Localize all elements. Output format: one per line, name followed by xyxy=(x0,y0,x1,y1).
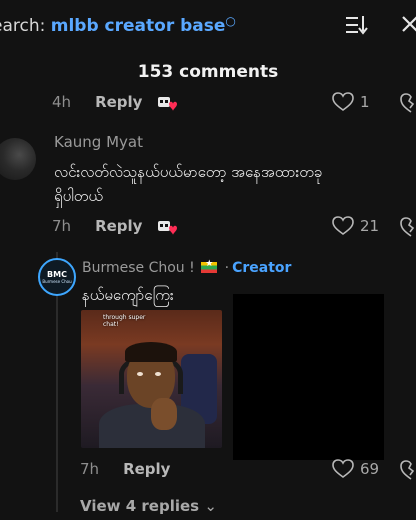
comment-meta: 7h Reply xyxy=(52,217,142,235)
reply-button[interactable]: Reply xyxy=(95,93,142,111)
dislike-icon[interactable] xyxy=(400,459,416,481)
comment-text-line2: ရှိပါတယ် xyxy=(54,187,103,205)
dislike-icon[interactable] xyxy=(400,216,416,238)
like-count: 21 xyxy=(360,217,380,235)
comment-username[interactable]: Kaung Myat xyxy=(54,133,143,151)
reply-meta: 7h Reply xyxy=(80,460,170,478)
top-row-meta: 4h Reply xyxy=(52,93,142,111)
reply-button[interactable]: Reply xyxy=(95,217,142,235)
reply-username-row: Burmese Chou ! ·Creator xyxy=(82,259,292,276)
heart-icon xyxy=(332,216,354,235)
search-label: earch: xyxy=(0,16,46,36)
heart-icon xyxy=(332,92,354,111)
like-count: 1 xyxy=(360,93,370,111)
avatar-monogram: BMC xyxy=(47,270,67,279)
reply-text: နယ်မကျော်ကြေး xyxy=(82,286,174,304)
view-replies-button[interactable]: View 4 replies ⌄ xyxy=(80,497,217,515)
search-icon[interactable]: ○ xyxy=(225,14,235,28)
creator-badge: Creator xyxy=(232,260,292,276)
thumbnail-caption: through super chat! xyxy=(103,314,146,328)
myanmar-flag-icon xyxy=(201,259,218,273)
dislike-icon[interactable] xyxy=(400,92,416,114)
comment-time: 4h xyxy=(52,93,72,111)
like-button[interactable]: 21 xyxy=(332,216,379,236)
redacted-image xyxy=(233,294,384,460)
reply-time: 7h xyxy=(80,460,100,478)
chevron-down-icon: ⌄ xyxy=(204,497,217,515)
search-query: mlbb creator base xyxy=(50,16,226,36)
reaction-emoji-icon[interactable] xyxy=(156,94,178,112)
view-replies-label: View 4 replies xyxy=(80,497,200,515)
like-count: 69 xyxy=(360,460,380,478)
search-field[interactable]: earch: mlbb creator base○ xyxy=(0,14,236,36)
reaction-emoji-icon[interactable] xyxy=(156,218,178,236)
separator-dot: · xyxy=(224,260,230,276)
sort-icon[interactable] xyxy=(346,15,368,35)
comment-text-line1: လင်းလတ်လဲသူနယ်ပယ်မာတော့ အနေအထားတခု xyxy=(54,163,323,181)
reply-username[interactable]: Burmese Chou ! xyxy=(82,260,195,276)
avatar[interactable] xyxy=(0,138,36,180)
heart-icon xyxy=(332,459,354,478)
like-button[interactable]: 69 xyxy=(332,459,379,479)
close-icon[interactable] xyxy=(400,14,416,34)
top-bar: earch: mlbb creator base○ xyxy=(0,0,416,52)
avatar[interactable]: BMC Burmese Chou xyxy=(38,258,76,296)
comment-time: 7h xyxy=(52,217,72,235)
avatar-subtitle: Burmese Chou xyxy=(42,279,72,284)
comments-count-title: 153 comments xyxy=(137,62,279,82)
reply-image-thumbnail[interactable]: through super chat! xyxy=(81,310,222,448)
like-button[interactable]: 1 xyxy=(332,92,370,112)
reply-button[interactable]: Reply xyxy=(123,460,170,478)
